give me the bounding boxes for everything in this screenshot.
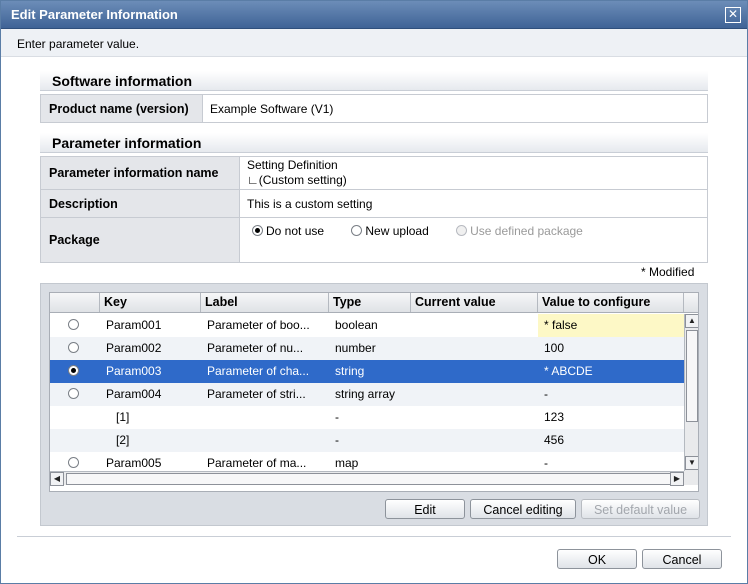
- parameter-name-line2: ∟(Custom setting): [247, 173, 347, 187]
- footer-separator: [17, 536, 731, 537]
- cell-value[interactable]: 123: [538, 406, 684, 429]
- col-value-to-configure[interactable]: Value to configure: [538, 293, 684, 312]
- parameter-name-value: Setting Definition ∟(Custom setting): [239, 156, 708, 190]
- cell-value[interactable]: * false: [538, 314, 684, 337]
- cell-type: -: [335, 433, 339, 447]
- col-key[interactable]: Key: [100, 293, 201, 312]
- row-select-radio[interactable]: [68, 365, 79, 376]
- cell-label: Parameter of cha...: [207, 364, 310, 378]
- instruction-text: Enter parameter value.: [17, 37, 140, 51]
- cell-current: [411, 314, 538, 337]
- product-name-label: Product name (version): [40, 94, 203, 123]
- horizontal-scrollbar[interactable]: ◀ ▶: [50, 471, 698, 486]
- radio-use-defined-package: [456, 225, 468, 236]
- table-row[interactable]: [2] - 456: [50, 429, 684, 452]
- scroll-down-icon[interactable]: ▼: [685, 456, 698, 470]
- table-row[interactable]: Param001 Parameter of boo... boolean * fals…: [50, 314, 684, 337]
- software-info-table: Product name (version) Example Software …: [40, 94, 708, 123]
- cancel-editing-button[interactable]: Cancel editing: [470, 499, 576, 519]
- col-current-value[interactable]: Current value: [411, 293, 538, 312]
- modified-note: * Modified: [641, 265, 695, 279]
- radio-new-upload[interactable]: [351, 225, 363, 236]
- scroll-up-icon[interactable]: ▲: [685, 314, 698, 328]
- col-label[interactable]: Label: [201, 293, 329, 312]
- vertical-scroll-thumb[interactable]: [686, 330, 698, 422]
- package-label: Package: [40, 217, 240, 263]
- parameter-grid: Key Label Type Current value Value to co…: [49, 292, 699, 492]
- cell-value[interactable]: -: [538, 383, 684, 406]
- cell-key: Param003: [106, 364, 162, 378]
- cell-type: string array: [335, 387, 396, 401]
- row-select-radio[interactable]: [68, 388, 79, 399]
- instruction-bar: Enter parameter value.: [1, 29, 747, 57]
- cell-key: [1]: [116, 410, 130, 424]
- cell-label: Parameter of nu...: [207, 341, 304, 355]
- scroll-corner: [684, 471, 698, 485]
- cell-current: [411, 360, 538, 383]
- cell-label: Parameter of boo...: [207, 318, 310, 332]
- cell-label: [201, 429, 329, 452]
- col-type[interactable]: Type: [329, 293, 411, 312]
- software-section-title: Software information: [40, 71, 708, 91]
- description-value: This is a custom setting: [239, 189, 708, 218]
- edit-parameter-dialog: Edit Parameter Information ✕ Enter param…: [0, 0, 748, 584]
- edit-button[interactable]: Edit: [385, 499, 465, 519]
- parameter-name-label: Parameter information name: [40, 156, 240, 190]
- cell-current: [411, 406, 538, 429]
- cell-value[interactable]: * ABCDE: [538, 360, 684, 383]
- cell-type: string: [335, 364, 365, 378]
- description-label: Description: [40, 189, 240, 218]
- cell-value[interactable]: 100: [538, 337, 684, 360]
- vertical-scrollbar[interactable]: ▲ ▼: [684, 314, 698, 471]
- horizontal-scroll-thumb[interactable]: [66, 473, 676, 485]
- package-option-use-defined: Use defined package: [456, 224, 583, 238]
- radio-do-not-use[interactable]: [252, 225, 263, 236]
- cell-label: Parameter of stri...: [207, 387, 306, 401]
- cell-key: Param004: [106, 387, 162, 401]
- cell-current: [411, 429, 538, 452]
- row-select-radio[interactable]: [68, 342, 79, 353]
- parameter-info-table: Parameter information name Setting Defin…: [40, 156, 708, 263]
- title-bar: Edit Parameter Information ✕: [1, 1, 747, 29]
- package-option-new-upload[interactable]: New upload: [351, 224, 429, 238]
- dialog-title: Edit Parameter Information: [11, 7, 178, 22]
- cell-type: number: [335, 341, 376, 355]
- ok-button[interactable]: OK: [557, 549, 637, 569]
- cell-current: [411, 337, 538, 360]
- package-option-do-not-use[interactable]: Do not use: [252, 224, 324, 238]
- cell-key: [2]: [116, 433, 130, 447]
- scroll-left-icon[interactable]: ◀: [50, 472, 64, 486]
- row-select-radio[interactable]: [68, 457, 79, 468]
- cancel-button[interactable]: Cancel: [642, 549, 722, 569]
- col-select: [50, 293, 100, 312]
- table-row[interactable]: Param003 Parameter of cha... string * ABCDE: [50, 360, 684, 383]
- cell-label: [201, 406, 329, 429]
- parameter-section-title: Parameter information: [40, 133, 708, 153]
- close-icon[interactable]: ✕: [725, 7, 741, 23]
- row-select-radio[interactable]: [68, 319, 79, 330]
- grid-header: Key Label Type Current value Value to co…: [50, 293, 698, 313]
- cell-current: [411, 383, 538, 406]
- table-row[interactable]: [1] - 123: [50, 406, 684, 429]
- set-default-value-button: Set default value: [581, 499, 700, 519]
- cell-type: -: [335, 410, 339, 424]
- parameter-grid-panel: Key Label Type Current value Value to co…: [40, 283, 708, 526]
- package-options: Do not use New upload Use defined packag…: [239, 217, 708, 263]
- cell-value[interactable]: 456: [538, 429, 684, 452]
- cell-type: boolean: [335, 318, 378, 332]
- scroll-right-icon[interactable]: ▶: [670, 472, 684, 486]
- parameter-name-line1: Setting Definition: [247, 158, 338, 172]
- cell-key: Param002: [106, 341, 162, 355]
- table-row[interactable]: Param002 Parameter of nu... number 100: [50, 337, 684, 360]
- table-row[interactable]: Param004 Parameter of stri... string array…: [50, 383, 684, 406]
- product-name-value: Example Software (V1): [202, 94, 708, 123]
- cell-key: Param001: [106, 318, 162, 332]
